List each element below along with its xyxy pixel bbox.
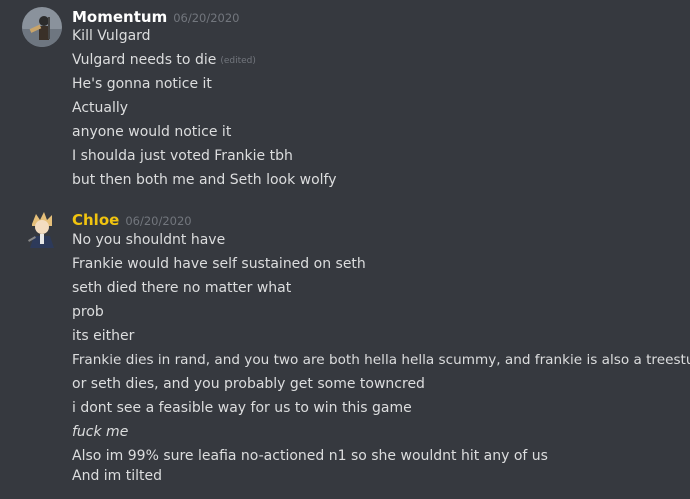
- message-line-text: Vulgard needs to die: [72, 52, 217, 68]
- message-line: Actually: [72, 100, 129, 116]
- message-header: Momentum 06/20/2020: [72, 7, 240, 27]
- message-line: Kill Vulgard: [72, 28, 151, 44]
- avatar[interactable]: [22, 210, 62, 250]
- message-line: And im tilted: [72, 468, 163, 484]
- message-line: I shoulda just voted Frankie tbh: [72, 148, 293, 164]
- message-line-edited: Vulgard needs to die (edited): [72, 50, 256, 71]
- message-header: Chloe 06/20/2020: [72, 210, 192, 230]
- message-line: or seth dies, and you probably get some …: [72, 376, 425, 392]
- message-line: anyone would notice it: [72, 124, 232, 140]
- message-line: No you shouldnt have: [72, 232, 226, 248]
- user-avatar-icon: [22, 210, 62, 250]
- message-line: Also im 99% sure leafia no-actioned n1 s…: [72, 448, 548, 464]
- user-avatar-icon: [22, 7, 62, 47]
- message-line: i dont see a feasible way for us to win …: [72, 400, 412, 416]
- username[interactable]: Momentum: [72, 8, 167, 26]
- message-line: but then both me and Seth look wolfy: [72, 172, 337, 188]
- message-line: Frankie dies in rand, and you two are bo…: [72, 352, 690, 368]
- avatar[interactable]: [22, 7, 62, 47]
- chat-log: Momentum 06/20/2020 Kill Vulgard Vulgard …: [0, 0, 690, 499]
- timestamp: 06/20/2020: [173, 11, 240, 25]
- message-line: He's gonna notice it: [72, 76, 212, 92]
- message-line: seth died there no matter what: [72, 280, 292, 296]
- message-group-chloe: Chloe 06/20/2020 No you shouldnt have Fra…: [0, 210, 690, 499]
- message-line: Frankie would have self sustained on set…: [72, 256, 366, 272]
- italic-text: fuck me: [72, 424, 129, 440]
- message-group-momentum: Momentum 06/20/2020 Kill Vulgard Vulgard …: [0, 7, 690, 197]
- message-line: prob: [72, 304, 104, 320]
- message-line: its either: [72, 328, 135, 344]
- username[interactable]: Chloe: [72, 211, 119, 229]
- edited-label: (edited): [220, 56, 256, 66]
- message-line-italic: fuck me: [72, 422, 128, 442]
- timestamp: 06/20/2020: [125, 214, 192, 228]
